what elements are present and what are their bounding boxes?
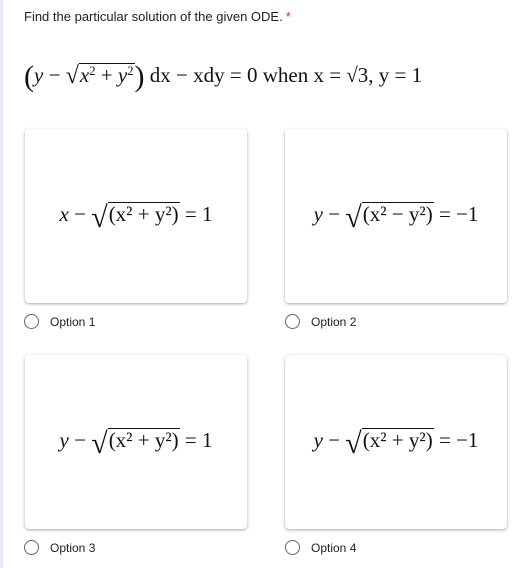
paren-open: (	[24, 60, 34, 93]
option-1[interactable]: Option 1	[24, 314, 95, 329]
sqrt: √x2 + y2	[65, 62, 135, 89]
eq-minus: −	[43, 63, 66, 87]
option-label: Option 2	[311, 314, 357, 329]
option-2-card[interactable]: y − √(x² − y²) = −1	[285, 129, 507, 303]
option-4-formula: y − √(x² + y²) = −1	[313, 427, 479, 460]
option-3-formula: y − √(x² + y²) = 1	[59, 427, 213, 460]
question-title: Find the particular solution of the give…	[24, 9, 291, 24]
eq-rest: dx − xdy = 0 when x = √3, y = 1	[144, 63, 423, 87]
option-label: Option 3	[50, 540, 96, 555]
radio-button[interactable]	[24, 314, 39, 329]
option-label: Option 1	[50, 314, 96, 329]
option-4-card[interactable]: y − √(x² + y²) = −1	[285, 355, 507, 529]
option-3[interactable]: Option 3	[24, 540, 95, 555]
ode-equation: (y − √x2 + y2) dx − xdy = 0 when x = √3,…	[24, 60, 422, 94]
question-text: Find the particular solution of the give…	[24, 9, 283, 24]
option-2-formula: y − √(x² − y²) = −1	[313, 201, 479, 234]
eq-y: y	[34, 63, 44, 87]
radio-button[interactable]	[285, 540, 300, 555]
paren-close: )	[134, 60, 145, 93]
radio-button[interactable]	[285, 314, 300, 329]
left-border	[0, 0, 3, 568]
option-label: Option 4	[311, 540, 357, 555]
option-4[interactable]: Option 4	[285, 540, 356, 555]
option-1-formula: x − √(x² + y²) = 1	[59, 201, 213, 234]
required-marker: *	[285, 9, 291, 24]
option-2[interactable]: Option 2	[285, 314, 356, 329]
option-1-card[interactable]: x − √(x² + y²) = 1	[25, 129, 247, 303]
option-3-card[interactable]: y − √(x² + y²) = 1	[25, 355, 247, 529]
radio-button[interactable]	[24, 540, 39, 555]
